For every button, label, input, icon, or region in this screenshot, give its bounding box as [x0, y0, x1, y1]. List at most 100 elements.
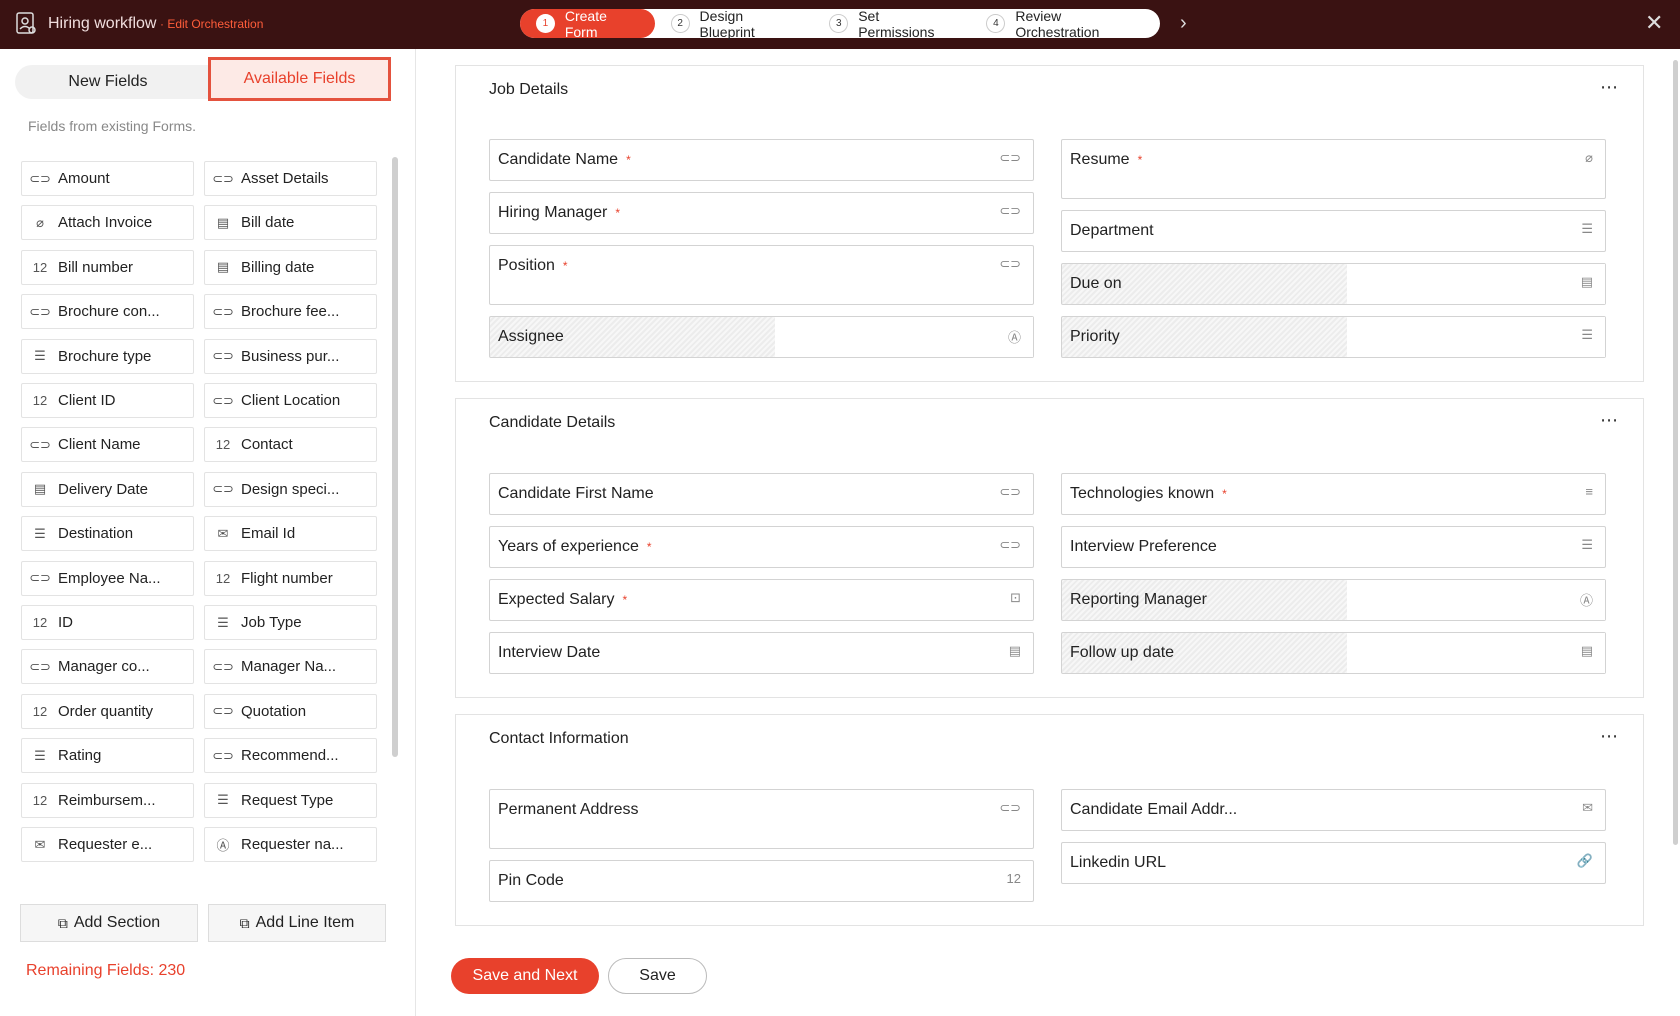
form-field-label: Hiring Manager *	[498, 204, 620, 222]
available-field-item[interactable]: ⊂⊃ Amount	[21, 161, 194, 196]
close-icon[interactable]: ✕	[1645, 10, 1663, 36]
form-field[interactable]: Permanent Address ⊂⊃	[489, 789, 1034, 849]
form-field[interactable]: Linkedin URL 🔗	[1061, 842, 1606, 884]
form-field[interactable]: Department ☰	[1061, 210, 1606, 252]
available-field-item[interactable]: ⊂⊃ Employee Na...	[21, 560, 194, 596]
form-field[interactable]: Position * ⊂⊃	[489, 245, 1034, 305]
form-field-label: Reporting Manager	[1070, 591, 1207, 609]
form-field-label-text: Candidate First Name	[498, 485, 654, 502]
field-type-icon: ▤	[33, 481, 47, 497]
field-type-icon: ⊂⊃	[212, 658, 234, 674]
form-field[interactable]: Due on ▤	[1061, 263, 1606, 305]
field-type-icon: ⊂⊃	[999, 800, 1021, 815]
available-field-item[interactable]: 12 Client ID	[21, 383, 194, 418]
available-field-item[interactable]: ☰ Brochure type	[21, 338, 194, 374]
step-label: Create Form	[564, 7, 607, 40]
available-field-item[interactable]: 12 Order quantity	[21, 693, 194, 729]
field-fill	[1347, 580, 1605, 620]
form-field[interactable]: Pin Code 12	[489, 860, 1034, 902]
fields-scrollbar[interactable]	[392, 157, 398, 757]
step-review-orchestration[interactable]: 4 Review Orchestration	[970, 8, 1160, 40]
available-field-item[interactable]: ⊂⊃ Brochure fee...	[204, 294, 377, 330]
more-options-icon[interactable]: ⋯	[1600, 726, 1619, 747]
step-set-permissions[interactable]: 3 Set Permissions	[813, 8, 970, 40]
available-field-item[interactable]: ⊂⊃ Design speci...	[204, 471, 377, 507]
available-field-item[interactable]: 12 Contact	[204, 427, 377, 463]
available-field-label: Contact	[241, 436, 293, 454]
form-field[interactable]: Years of experience * ⊂⊃	[489, 526, 1034, 568]
form-field[interactable]: Candidate Name * ⊂⊃	[489, 139, 1034, 181]
available-field-item[interactable]: ⊂⊃ Asset Details	[204, 161, 377, 196]
form-field-label: Priority	[1070, 328, 1120, 346]
field-type-icon: ⊂⊃	[29, 303, 51, 319]
available-field-label: Bill date	[241, 214, 295, 232]
available-field-item[interactable]: ⊂⊃ Manager co...	[21, 649, 194, 685]
field-type-icon: ⊂⊃	[999, 256, 1021, 271]
chevron-right-icon[interactable]: ›	[1180, 12, 1187, 35]
form-field-label-text: Candidate Name	[498, 151, 619, 168]
available-field-item[interactable]: Ⓐ Requester na...	[204, 827, 377, 862]
save-and-next-button[interactable]: Save and Next	[451, 958, 599, 994]
available-field-item[interactable]: 12 Bill number	[21, 249, 194, 285]
form-field-label-text: Technologies known	[1070, 485, 1215, 502]
form-field[interactable]: Follow up date ▤	[1061, 632, 1606, 674]
available-field-item[interactable]: ⊂⊃ Quotation	[204, 693, 377, 729]
required-marker: *	[1137, 153, 1143, 167]
fields-hint: Fields from existing Forms.	[28, 118, 197, 134]
available-field-item[interactable]: ⊂⊃ Client Name	[21, 427, 194, 463]
form-field[interactable]: Candidate Email Addr... ✉	[1061, 789, 1606, 831]
form-field-label: Department	[1070, 222, 1154, 240]
available-field-item[interactable]: ✉ Email Id	[204, 516, 377, 552]
form-field[interactable]: Interview Preference ☰	[1061, 526, 1606, 568]
field-type-icon: 12	[1006, 871, 1021, 886]
add-section-button[interactable]: ⧉ Add Section	[20, 904, 198, 942]
form-field-label: Candidate First Name	[498, 485, 654, 503]
form-field[interactable]: Candidate First Name ⊂⊃	[489, 473, 1034, 515]
form-field[interactable]: Hiring Manager * ⊂⊃	[489, 192, 1034, 234]
available-field-item[interactable]: ▤ Delivery Date	[21, 471, 194, 507]
section-title: Candidate Details	[489, 414, 616, 431]
tab-available-fields[interactable]: Available Fields	[208, 57, 391, 101]
more-options-icon[interactable]: ⋯	[1600, 77, 1619, 98]
form-field[interactable]: Assignee Ⓐ	[489, 316, 1034, 358]
available-field-item[interactable]: ⌀ Attach Invoice	[21, 205, 194, 241]
field-type-icon: ⊂⊃	[212, 481, 234, 497]
save-button[interactable]: Save	[608, 958, 707, 994]
stepper: 1 Create Form 2 Design Blueprint 3 Set P…	[520, 7, 1160, 40]
available-field-item[interactable]: ⊂⊃ Client Location	[204, 383, 377, 418]
available-field-item[interactable]: ☰ Request Type	[204, 782, 377, 818]
field-type-icon: ☰	[34, 747, 46, 763]
available-field-item[interactable]: ⊂⊃ Business pur...	[204, 338, 377, 374]
field-type-icon: ✉	[217, 525, 229, 541]
more-options-icon[interactable]: ⋯	[1600, 410, 1619, 431]
form-field[interactable]: Priority ☰	[1061, 316, 1606, 358]
field-type-icon: ▤	[1580, 274, 1593, 289]
available-field-item[interactable]: ⊂⊃ Manager Na...	[204, 649, 377, 685]
field-type-icon: ⊂⊃	[212, 747, 234, 763]
add-line-item-button[interactable]: ⧉ Add Line Item	[208, 904, 386, 942]
available-field-item[interactable]: ▤ Billing date	[204, 249, 377, 285]
form-field[interactable]: Technologies known * ≡	[1061, 473, 1606, 515]
available-field-item[interactable]: 12 Reimbursem...	[21, 782, 194, 818]
available-field-item[interactable]: ⊂⊃ Recommend...	[204, 738, 377, 774]
step-design-blueprint[interactable]: 2 Design Blueprint	[655, 8, 814, 40]
canvas-scrollbar[interactable]	[1673, 60, 1678, 845]
tab-new-fields[interactable]: New Fields	[15, 65, 201, 99]
field-type-icon: ≡	[1585, 484, 1593, 499]
form-field[interactable]: Interview Date ▤	[489, 632, 1034, 674]
form-field[interactable]: Resume * ⌀	[1061, 139, 1606, 199]
form-field[interactable]: Expected Salary * ⊡	[489, 579, 1034, 621]
form-field-label: Expected Salary *	[498, 591, 627, 609]
available-field-item[interactable]: ☰ Destination	[21, 516, 194, 552]
available-field-item[interactable]: ✉ Requester e...	[21, 827, 194, 862]
available-field-label: Recommend...	[241, 747, 339, 765]
available-field-item[interactable]: ▤ Bill date	[204, 205, 377, 241]
field-type-icon: ☰	[1581, 537, 1593, 552]
available-field-item[interactable]: ☰ Rating	[21, 738, 194, 774]
available-field-item[interactable]: ⊂⊃ Brochure con...	[21, 294, 194, 330]
step-create-form[interactable]: 1 Create Form	[520, 7, 655, 40]
available-field-item[interactable]: 12 ID	[21, 605, 194, 640]
form-field[interactable]: Reporting Manager Ⓐ	[1061, 579, 1606, 621]
available-field-item[interactable]: 12 Flight number	[204, 560, 377, 596]
available-field-item[interactable]: ☰ Job Type	[204, 605, 377, 640]
